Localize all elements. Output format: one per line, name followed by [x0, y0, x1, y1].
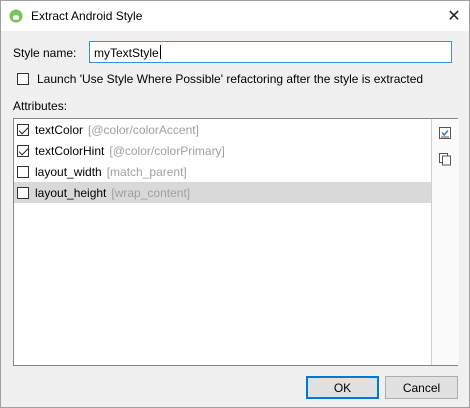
attribute-item-textcolorhint[interactable]: textColorHint [@color/colorPrimary]	[14, 140, 431, 161]
launch-refactor-label: Launch 'Use Style Where Possible' refact…	[37, 72, 424, 86]
attributes-list-panel: textColor [@color/colorAccent] textColor…	[13, 118, 459, 366]
attribute-checkbox[interactable]	[17, 186, 29, 199]
attribute-name: textColorHint	[35, 143, 105, 158]
close-icon: ✕	[447, 8, 461, 25]
launch-refactor-checkbox[interactable]	[17, 73, 29, 85]
attribute-checkbox[interactable]	[17, 165, 29, 178]
copy-icon[interactable]	[438, 152, 452, 166]
attribute-name: layout_width	[35, 164, 102, 179]
cancel-button[interactable]: Cancel	[385, 376, 458, 399]
attribute-name: textColor	[35, 122, 84, 137]
attribute-checkbox[interactable]	[17, 144, 29, 157]
attribute-item-textcolor[interactable]: textColor [@color/colorAccent]	[14, 119, 431, 140]
attribute-item-layout-height[interactable]: layout_height [wrap_content]	[14, 182, 431, 203]
attribute-value: [@color/colorAccent]	[88, 122, 199, 137]
attribute-value: [wrap_content]	[111, 185, 191, 200]
extract-style-dialog: Extract Android Style ✕ Style name: myTe…	[0, 0, 470, 408]
attribute-item-layout-width[interactable]: layout_width [match_parent]	[14, 161, 431, 182]
ok-button[interactable]: OK	[306, 376, 379, 399]
style-name-label: Style name:	[13, 46, 77, 60]
android-studio-icon	[9, 9, 23, 23]
close-button[interactable]: ✕	[439, 1, 469, 31]
style-name-input[interactable]: myTextStyle	[89, 41, 452, 63]
attribute-name: layout_height	[35, 185, 107, 200]
attributes-label: Attributes:	[13, 99, 68, 113]
style-name-value: myTextStyle	[94, 46, 159, 60]
attribute-value: [match_parent]	[106, 164, 187, 179]
launch-refactor-row[interactable]: Launch 'Use Style Where Possible' refact…	[17, 72, 423, 86]
title-bar[interactable]: Extract Android Style ✕	[1, 1, 469, 31]
attribute-checkbox[interactable]	[17, 123, 29, 136]
text-caret	[159, 45, 161, 59]
attribute-value: [@color/colorPrimary]	[109, 143, 225, 158]
attributes-list: textColor [@color/colorAccent] textColor…	[14, 119, 431, 365]
attributes-side-toolbar	[431, 119, 459, 365]
select-all-icon[interactable]	[438, 126, 452, 140]
window-title: Extract Android Style	[31, 9, 143, 23]
